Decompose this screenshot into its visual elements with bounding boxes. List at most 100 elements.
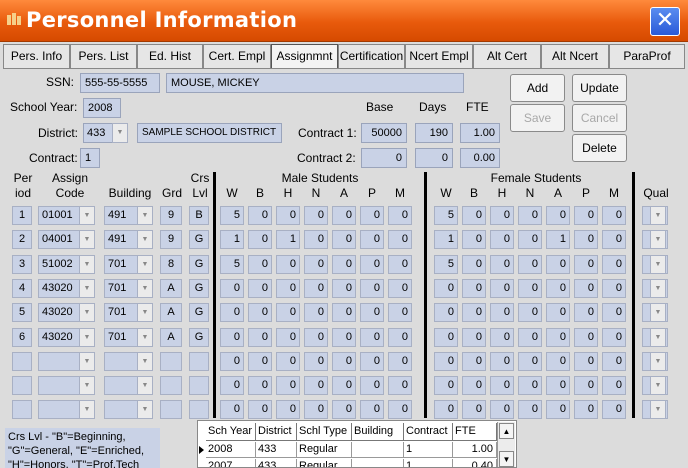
crs-lvl-cell[interactable]: G	[189, 255, 209, 274]
building-dropdown-arrow[interactable]: ▼	[137, 255, 153, 274]
assign-code-cell[interactable]	[38, 400, 80, 419]
building-dropdown-arrow[interactable]: ▼	[137, 206, 153, 225]
male-count-cell[interactable]: 0	[248, 279, 272, 298]
tab-paraprof[interactable]: ParaProf	[609, 44, 685, 68]
female-count-cell[interactable]: 0	[518, 255, 542, 274]
female-count-cell[interactable]: 0	[574, 279, 598, 298]
male-count-cell[interactable]: 0	[388, 303, 412, 322]
grade-cell[interactable]: 8	[160, 255, 182, 274]
building-cell[interactable]: 701	[104, 303, 138, 322]
male-count-cell[interactable]: 0	[276, 255, 300, 274]
contract-field[interactable]: 1	[80, 148, 100, 168]
female-count-cell[interactable]: 0	[518, 376, 542, 395]
district-dropdown-arrow[interactable]: ▼	[112, 123, 128, 143]
assign-code-dropdown-arrow[interactable]: ▼	[79, 255, 95, 274]
female-count-cell[interactable]: 0	[602, 376, 626, 395]
male-count-cell[interactable]: 0	[220, 303, 244, 322]
assign-code-cell[interactable]: 43020	[38, 328, 80, 347]
female-count-cell[interactable]: 0	[602, 303, 626, 322]
tab-alt-cert[interactable]: Alt Cert	[473, 44, 541, 68]
female-count-cell[interactable]: 0	[546, 303, 570, 322]
name-field[interactable]: MOUSE, MICKEY	[166, 73, 464, 93]
building-dropdown-arrow[interactable]: ▼	[137, 303, 153, 322]
assign-code-cell[interactable]	[38, 352, 80, 371]
grade-cell[interactable]: A	[160, 328, 182, 347]
male-count-cell[interactable]: 0	[388, 206, 412, 225]
assign-code-dropdown-arrow[interactable]: ▼	[79, 376, 95, 395]
district-code-field[interactable]: 433	[83, 123, 113, 143]
female-count-cell[interactable]: 1	[546, 230, 570, 249]
grade-cell[interactable]: A	[160, 303, 182, 322]
male-count-cell[interactable]: 0	[220, 279, 244, 298]
male-count-cell[interactable]: 0	[248, 400, 272, 419]
male-count-cell[interactable]: 0	[360, 230, 384, 249]
female-count-cell[interactable]: 0	[434, 352, 458, 371]
qual-dropdown-arrow[interactable]: ▼	[650, 303, 666, 322]
add-button[interactable]: Add	[510, 74, 565, 102]
contract1-base-field[interactable]: 50000	[361, 123, 407, 143]
crs-lvl-cell[interactable]: G	[189, 279, 209, 298]
male-count-cell[interactable]: 0	[248, 376, 272, 395]
female-count-cell[interactable]: 0	[574, 328, 598, 347]
male-count-cell[interactable]: 0	[220, 352, 244, 371]
qual-dropdown-arrow[interactable]: ▼	[650, 328, 666, 347]
scroll-down-icon[interactable]: ▼	[499, 451, 514, 467]
male-count-cell[interactable]: 0	[248, 303, 272, 322]
female-count-cell[interactable]: 0	[518, 328, 542, 347]
male-count-cell[interactable]: 0	[304, 279, 328, 298]
qual-dropdown-arrow[interactable]: ▼	[650, 400, 666, 419]
history-cell[interactable]	[352, 459, 404, 467]
assign-code-cell[interactable]: 01001	[38, 206, 80, 225]
female-count-cell[interactable]: 0	[518, 279, 542, 298]
male-count-cell[interactable]: 0	[360, 400, 384, 419]
male-count-cell[interactable]: 0	[360, 352, 384, 371]
scroll-up-icon[interactable]: ▲	[499, 423, 514, 439]
female-count-cell[interactable]: 0	[434, 400, 458, 419]
building-dropdown-arrow[interactable]: ▼	[137, 328, 153, 347]
male-count-cell[interactable]: 0	[220, 400, 244, 419]
history-cell[interactable]	[352, 442, 404, 458]
male-count-cell[interactable]: 0	[388, 230, 412, 249]
period-cell[interactable]: 4	[12, 279, 32, 298]
history-cell[interactable]: 433	[256, 459, 297, 467]
male-count-cell[interactable]: 0	[388, 352, 412, 371]
period-cell[interactable]: 6	[12, 328, 32, 347]
male-count-cell[interactable]: 0	[360, 376, 384, 395]
assign-code-dropdown-arrow[interactable]: ▼	[79, 400, 95, 419]
tab-assignmnt[interactable]: Assignmnt	[271, 44, 338, 69]
male-count-cell[interactable]: 0	[360, 328, 384, 347]
tab-certification[interactable]: Certification	[338, 44, 405, 68]
female-count-cell[interactable]: 0	[574, 206, 598, 225]
female-count-cell[interactable]: 0	[462, 376, 486, 395]
male-count-cell[interactable]: 0	[332, 279, 356, 298]
male-count-cell[interactable]: 1	[220, 230, 244, 249]
history-col-header[interactable]: Schl Type	[297, 423, 352, 441]
crs-lvl-cell[interactable]	[189, 352, 209, 371]
female-count-cell[interactable]: 0	[490, 255, 514, 274]
assign-code-dropdown-arrow[interactable]: ▼	[79, 206, 95, 225]
female-count-cell[interactable]: 0	[602, 255, 626, 274]
history-cell[interactable]: 2008	[206, 442, 256, 458]
female-count-cell[interactable]: 0	[490, 328, 514, 347]
male-count-cell[interactable]: 0	[276, 400, 300, 419]
assign-code-cell[interactable]: 43020	[38, 303, 80, 322]
male-count-cell[interactable]: 0	[304, 303, 328, 322]
building-cell[interactable]: 701	[104, 255, 138, 274]
male-count-cell[interactable]: 5	[220, 206, 244, 225]
qual-dropdown-arrow[interactable]: ▼	[650, 255, 666, 274]
female-count-cell[interactable]: 0	[518, 303, 542, 322]
female-count-cell[interactable]: 0	[462, 352, 486, 371]
building-dropdown-arrow[interactable]: ▼	[137, 230, 153, 249]
school-year-field[interactable]: 2008	[83, 98, 121, 118]
update-button[interactable]: Update	[572, 74, 627, 102]
contract2-days-field[interactable]: 0	[415, 148, 453, 168]
female-count-cell[interactable]: 0	[574, 230, 598, 249]
female-count-cell[interactable]: 0	[462, 206, 486, 225]
tab-ed-hist[interactable]: Ed. Hist	[137, 44, 203, 68]
female-count-cell[interactable]: 0	[490, 352, 514, 371]
assign-code-dropdown-arrow[interactable]: ▼	[79, 279, 95, 298]
female-count-cell[interactable]: 0	[462, 255, 486, 274]
male-count-cell[interactable]: 0	[360, 279, 384, 298]
male-count-cell[interactable]: 0	[304, 400, 328, 419]
crs-lvl-cell[interactable]: G	[189, 303, 209, 322]
